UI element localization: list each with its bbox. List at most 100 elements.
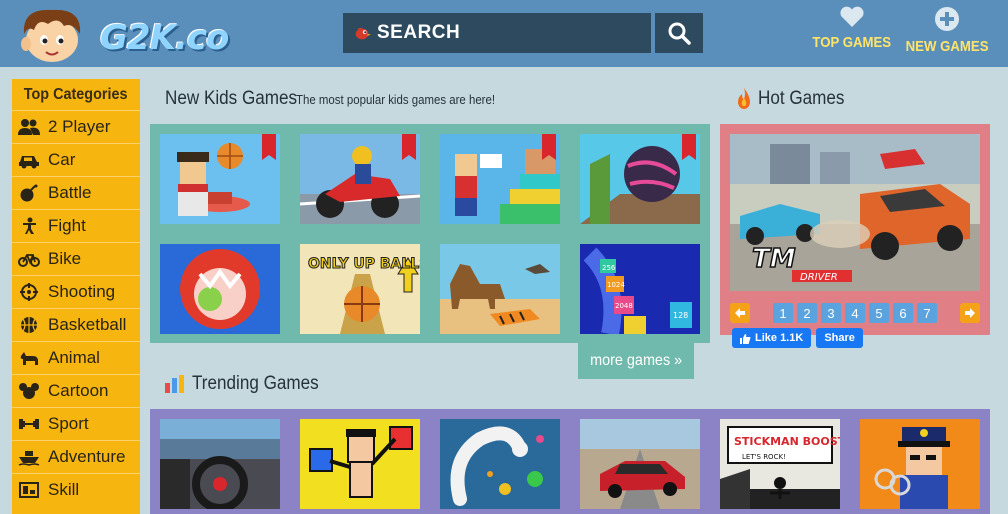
game-thumbnail: ONLY UP BALLS: [300, 244, 420, 334]
game-thumbnail: 256 1024 2048 128: [580, 244, 700, 334]
stickman-title: STICKMAN BOOST!: [734, 435, 840, 448]
basketball-icon: [21, 317, 37, 333]
sidebar-item-skill[interactable]: Skill: [12, 473, 140, 506]
tm-tag: DRIVER: [800, 272, 838, 283]
sidebar-item-label: Car: [48, 150, 76, 169]
game-thumbnail: [160, 244, 280, 334]
car-icon: [19, 156, 39, 169]
search-icon: [668, 22, 691, 45]
prev-button[interactable]: [730, 303, 750, 323]
game-tile-number-cubes[interactable]: 256 1024 2048 128: [580, 244, 700, 334]
new-games-link[interactable]: NEW GAMES: [906, 6, 988, 55]
game-thumbnail: [300, 419, 420, 509]
game-tile-rolling-ball[interactable]: [580, 134, 700, 224]
sidebar-item-label: Adventure: [48, 447, 126, 466]
new-badge: [262, 134, 276, 160]
crosshair-icon: [20, 283, 38, 301]
game-tile-animal-run[interactable]: [440, 244, 560, 334]
sidebar-item-label: Shooting: [48, 282, 116, 301]
like-label: Like 1.1K: [755, 332, 804, 344]
page-button[interactable]: 7: [917, 303, 937, 323]
page-button[interactable]: 4: [845, 303, 865, 323]
two-users-icon: [18, 119, 40, 135]
bomb-icon: [20, 184, 38, 202]
sidebar-item-label: Skill: [48, 480, 80, 499]
more-games-button[interactable]: more games »: [578, 343, 694, 379]
featured-game-tm-driver[interactable]: TM DRIVER: [730, 134, 980, 291]
sidebar-item-sport[interactable]: Sport: [12, 407, 140, 440]
plus-circle-icon: [935, 7, 959, 31]
top-games-link[interactable]: TOP GAMES: [813, 6, 891, 51]
cube-number: 1024: [607, 281, 625, 289]
stickman-tag: LET'S ROCK!: [742, 453, 786, 461]
facebook-like-button[interactable]: Like 1.1K: [732, 328, 812, 348]
ship-icon: [18, 451, 40, 466]
bar-chart-icon: [165, 375, 184, 393]
new-games-label: NEW GAMES: [905, 38, 989, 55]
game-tile-stickman-boost[interactable]: STICKMAN BOOST! LET'S ROCK!: [720, 419, 840, 509]
search-input[interactable]: [377, 22, 637, 44]
page-button[interactable]: 2: [797, 303, 817, 323]
animal-icon: [20, 352, 38, 365]
game-tile-supercar[interactable]: [580, 419, 700, 509]
page-button[interactable]: 1: [773, 303, 793, 323]
sidebar-item-label: Fight: [48, 216, 86, 235]
new-badge: [542, 134, 556, 160]
kids-games-grid: ONLY UP BALLS 256 1024 2048 128: [150, 124, 710, 343]
page-numbers: 1 2 3 4 5 6 7: [773, 303, 937, 323]
heart-icon: [840, 6, 864, 27]
sidebar-item-battle[interactable]: Battle: [12, 176, 140, 209]
sidebar-item-label: Basketball: [48, 315, 127, 334]
game-thumbnail: STICKMAN BOOST! LET'S ROCK!: [720, 419, 840, 509]
cube-number: 2048: [615, 302, 633, 310]
game-thumbnail: [160, 419, 280, 509]
page-button[interactable]: 6: [893, 303, 913, 323]
game-tile-monster-fruit[interactable]: [160, 244, 280, 334]
sidebar-item-adventure[interactable]: Adventure: [12, 440, 140, 473]
social-buttons: Like 1.1K Share: [732, 328, 863, 348]
game-tile-only-up-balls[interactable]: ONLY UP BALLS: [300, 244, 420, 334]
sidebar-item-basketball[interactable]: Basketball: [12, 308, 140, 341]
sidebar-item-label: Battle: [48, 183, 92, 202]
only-up-title: ONLY UP BALLS: [308, 256, 420, 272]
trending-section-title: Trending Games: [192, 373, 319, 394]
kids-section-title: New Kids Games: [165, 88, 298, 109]
game-tile-snake[interactable]: [440, 419, 560, 509]
game-tile-moto-race[interactable]: [300, 134, 420, 224]
sidebar-item-animal[interactable]: Animal: [12, 341, 140, 374]
dumbbell-icon: [19, 419, 39, 429]
kids-section-subtitle: The most popular kids games are here!: [296, 92, 496, 107]
featured-game-image: TM DRIVER: [730, 134, 980, 291]
cube-number: 128: [673, 311, 688, 320]
game-tile-basketball-roblox[interactable]: [160, 134, 280, 224]
hot-games-pager: 1 2 3 4 5 6 7: [730, 302, 980, 324]
sidebar-item-label: Animal: [48, 348, 100, 367]
search-button[interactable]: [655, 13, 703, 53]
game-tile-stairs-run[interactable]: [440, 134, 560, 224]
hot-games-panel: TM DRIVER 1 2 3 4 5 6 7: [720, 124, 990, 335]
sidebar-item-2-player[interactable]: 2 Player: [12, 110, 140, 143]
red-bird-icon: [355, 27, 371, 40]
cube-number: 256: [602, 264, 616, 272]
sidebar-item-bike[interactable]: Bike: [12, 242, 140, 275]
new-badge: [402, 134, 416, 160]
site-logo[interactable]: G2K.co: [12, 4, 229, 64]
sidebar-item-shooting[interactable]: Shooting: [12, 275, 140, 308]
trending-games-grid: STICKMAN BOOST! LET'S ROCK!: [150, 409, 990, 514]
next-button[interactable]: [960, 303, 980, 323]
sidebar-item-label: Sport: [48, 414, 89, 433]
sidebar-item-cartoon[interactable]: Cartoon: [12, 374, 140, 407]
game-thumbnail: [860, 419, 980, 509]
game-tile-police[interactable]: [860, 419, 980, 509]
hot-section-title: Hot Games: [758, 88, 845, 109]
page-button[interactable]: 5: [869, 303, 889, 323]
game-tile-ragdoll-fighter[interactable]: [300, 419, 420, 509]
sidebar-item-fight[interactable]: Fight: [12, 209, 140, 242]
tm-logo: TM: [752, 244, 796, 274]
facebook-share-button[interactable]: Share: [816, 328, 863, 348]
game-tile-car-interior[interactable]: [160, 419, 280, 509]
page-button[interactable]: 3: [821, 303, 841, 323]
bicycle-icon: [18, 254, 40, 267]
sidebar-item-car[interactable]: Car: [12, 143, 140, 176]
game-thumbnail: [440, 244, 560, 334]
